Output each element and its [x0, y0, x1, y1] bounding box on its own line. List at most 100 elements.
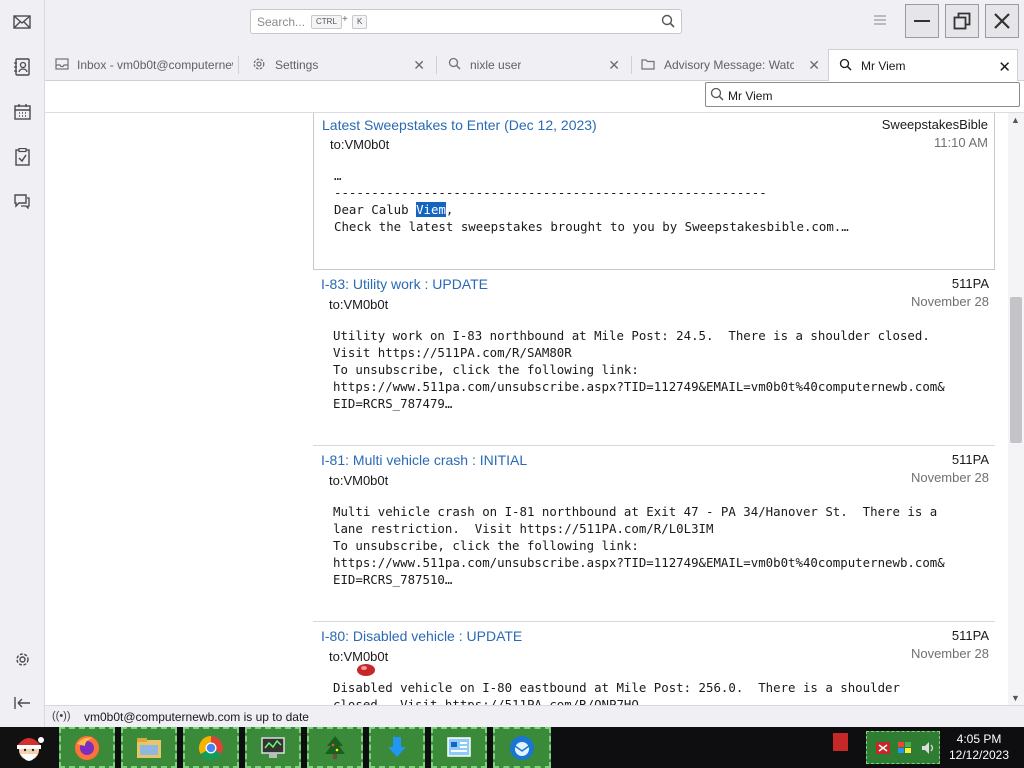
- tab-mr-viem[interactable]: Mr Viem ✕: [828, 49, 1018, 81]
- file-explorer-taskbar-icon[interactable]: [121, 727, 177, 768]
- clock-date: 12/12/2023: [948, 748, 1010, 762]
- download-taskbar-icon[interactable]: [369, 727, 425, 768]
- snippet-line: closed. Visit https://511PA.com/R/QNP7HQ: [333, 697, 639, 705]
- tray-network-icon[interactable]: [875, 741, 891, 760]
- taskbar-clock[interactable]: 4:05 PM 12/12/2023: [942, 731, 1016, 763]
- message-result[interactable]: I-80: Disabled vehicle : UPDATE 511PA to…: [313, 622, 995, 705]
- start-button[interactable]: [0, 727, 58, 768]
- firefox-taskbar-icon[interactable]: [59, 727, 115, 768]
- snippet-text: Dear Calub: [334, 202, 417, 217]
- message-result[interactable]: I-81: Multi vehicle crash : INITIAL 511P…: [313, 446, 995, 622]
- taskbar: 4:05 PM 12/12/2023: [0, 727, 1024, 768]
- scrollbar-thumb[interactable]: [1010, 297, 1022, 443]
- tab-nixle-user-label: nixle user: [470, 58, 522, 72]
- close-tab-icon[interactable]: ✕: [998, 58, 1011, 76]
- tab-settings-label: Settings: [275, 58, 319, 72]
- thunderbird-taskbar-icon[interactable]: [493, 727, 551, 768]
- plus-hint: +: [342, 14, 348, 25]
- app-menu-icon[interactable]: [873, 13, 887, 32]
- search-icon[interactable]: [661, 14, 675, 31]
- tab-mr-viem-label: Mr Viem: [861, 58, 906, 73]
- address-book-icon[interactable]: [9, 54, 35, 80]
- message-recipient: to:VM0b0t: [329, 473, 389, 488]
- scroll-down-arrow-icon[interactable]: ▼: [1011, 693, 1020, 703]
- search-icon: [446, 57, 462, 73]
- tab-advisory-label: Advisory Message: Watch: [664, 58, 794, 72]
- message-recipient: to:VM0b0t: [330, 137, 390, 152]
- christmas-tree-taskbar-icon[interactable]: [307, 727, 363, 768]
- mouse-cursor-icon: [356, 662, 376, 678]
- close-tab-icon[interactable]: ✕: [608, 57, 620, 74]
- snippet-line: https://www.511pa.com/unsubscribe.aspx?T…: [333, 379, 945, 394]
- close-tab-icon[interactable]: ✕: [808, 57, 820, 74]
- thunderbird-window: Search... CTRL + K Inbox - vm0b0t@comput…: [0, 0, 1024, 768]
- tab-inbox-label: Inbox - vm0b0t@computernewb.com: [77, 58, 233, 72]
- message-date: November 28: [910, 470, 989, 485]
- system-tray: [866, 731, 940, 764]
- restore-button[interactable]: [945, 4, 979, 38]
- message-subject[interactable]: I-81: Multi vehicle crash : INITIAL: [321, 452, 527, 468]
- tab-inbox[interactable]: Inbox - vm0b0t@computernewb.com: [55, 49, 233, 81]
- message-recipient: to:VM0b0t: [329, 297, 389, 312]
- snippet-line: EID=RCRS_787510…: [333, 572, 453, 587]
- snippet-line: Visit https://511PA.com/R/SAM80R: [333, 345, 572, 360]
- message-sender: 511PA: [951, 276, 989, 291]
- minimize-button[interactable]: [905, 4, 939, 38]
- online-status-icon[interactable]: ((•)): [52, 710, 71, 722]
- message-sender: 511PA: [951, 452, 989, 467]
- status-text: vm0b0t@computernewb.com is up to date: [84, 710, 309, 724]
- message-subject[interactable]: Latest Sweepstakes to Enter (Dec 12, 202…: [322, 117, 597, 133]
- message-date: 11:10 AM: [934, 135, 988, 150]
- snippet-line: Dear Calub Viem,: [334, 201, 849, 218]
- snippet-line: …: [334, 168, 342, 183]
- close-tab-icon[interactable]: ✕: [413, 57, 425, 74]
- tray-flag-icon[interactable]: [897, 741, 913, 760]
- chat-icon[interactable]: [9, 188, 35, 214]
- settings-gear-icon[interactable]: [9, 646, 35, 672]
- filter-search-input[interactable]: Mr Viem: [705, 82, 1020, 107]
- message-result[interactable]: Latest Sweepstakes to Enter (Dec 12, 202…: [313, 113, 995, 270]
- snippet-text: ,: [445, 202, 454, 217]
- system-monitor-taskbar-icon[interactable]: [245, 727, 301, 768]
- snippet-line: https://www.511pa.com/unsubscribe.aspx?T…: [333, 555, 945, 570]
- tab-settings[interactable]: Settings ✕: [251, 49, 431, 81]
- filter-bar: Mr Viem: [45, 81, 1024, 113]
- tasks-icon[interactable]: [9, 144, 35, 170]
- mail-icon[interactable]: [9, 9, 35, 35]
- k-key-hint: K: [352, 15, 368, 29]
- search-icon: [710, 87, 724, 104]
- message-snippet: Multi vehicle crash on I-81 northbound a…: [333, 503, 945, 588]
- tab-separator: [436, 56, 437, 74]
- chrome-taskbar-icon[interactable]: [183, 727, 239, 768]
- tab-advisory-message[interactable]: Advisory Message: Watch ✕: [640, 49, 822, 81]
- scroll-up-arrow-icon[interactable]: ▲: [1011, 115, 1020, 125]
- filter-value: Mr Viem: [728, 89, 773, 103]
- snippet-line: ----------------------------------------…: [334, 185, 767, 200]
- tab-nixle-user[interactable]: nixle user ✕: [446, 49, 626, 81]
- inbox-icon: [55, 57, 69, 73]
- message-subject[interactable]: I-80: Disabled vehicle : UPDATE: [321, 628, 522, 644]
- status-bar: ((•)) vm0b0t@computernewb.com is up to d…: [45, 705, 1024, 727]
- results-list: Latest Sweepstakes to Enter (Dec 12, 202…: [313, 113, 995, 705]
- snippet-line: Utility work on I-83 northbound at Mile …: [333, 328, 930, 343]
- notification-flag-icon[interactable]: [833, 733, 848, 751]
- close-window-button[interactable]: [985, 4, 1019, 38]
- tab-bar: Inbox - vm0b0t@computernewb.com Settings…: [45, 44, 1024, 81]
- message-date: November 28: [910, 646, 989, 661]
- message-snippet: Utility work on I-83 northbound at Mile …: [333, 327, 945, 412]
- vertical-scrollbar[interactable]: ▲ ▼: [1008, 113, 1024, 705]
- message-date: November 28: [910, 294, 989, 309]
- spaces-toolbar: [0, 0, 45, 727]
- tray-volume-icon[interactable]: [921, 741, 937, 760]
- message-snippet: … ---------------------------------------…: [334, 167, 849, 235]
- tab-separator: [238, 56, 239, 74]
- snippet-line: Disabled vehicle on I-80 eastbound at Mi…: [333, 680, 900, 695]
- message-result[interactable]: I-83: Utility work : UPDATE 511PA to:VM0…: [313, 270, 995, 446]
- snippet-line: Multi vehicle crash on I-81 northbound a…: [333, 504, 938, 519]
- global-search-input[interactable]: Search... CTRL + K: [250, 9, 682, 34]
- collapse-sidebar-icon[interactable]: [9, 690, 35, 716]
- control-panel-taskbar-icon[interactable]: [431, 727, 487, 768]
- message-subject[interactable]: I-83: Utility work : UPDATE: [321, 276, 488, 292]
- calendar-icon[interactable]: [9, 99, 35, 125]
- gear-icon: [251, 57, 267, 74]
